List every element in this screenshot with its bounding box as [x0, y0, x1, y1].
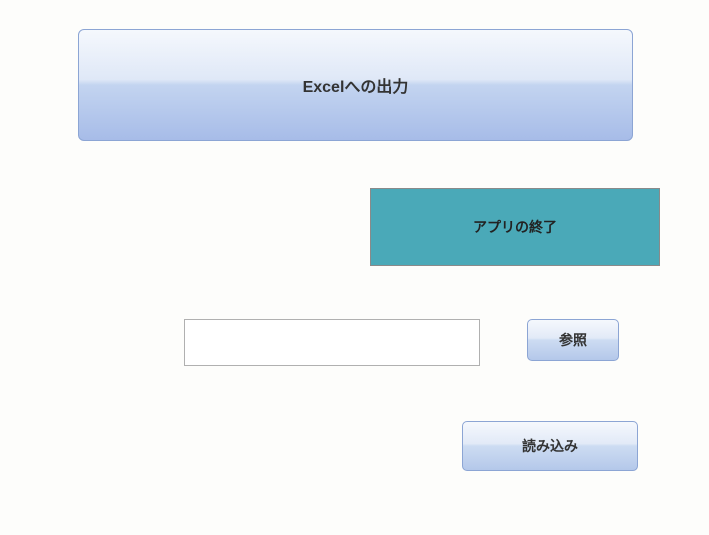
load-label: 読み込み — [522, 436, 578, 456]
export-excel-label: Excelへの出力 — [303, 73, 409, 97]
browse-button[interactable]: 参照 — [527, 319, 619, 361]
load-button[interactable]: 読み込み — [462, 421, 638, 471]
quit-app-label: アプリの終了 — [473, 217, 557, 237]
export-excel-button[interactable]: Excelへの出力 — [78, 29, 633, 141]
file-path-input[interactable] — [184, 319, 480, 366]
browse-label: 参照 — [559, 330, 587, 350]
quit-app-button[interactable]: アプリの終了 — [370, 188, 660, 266]
